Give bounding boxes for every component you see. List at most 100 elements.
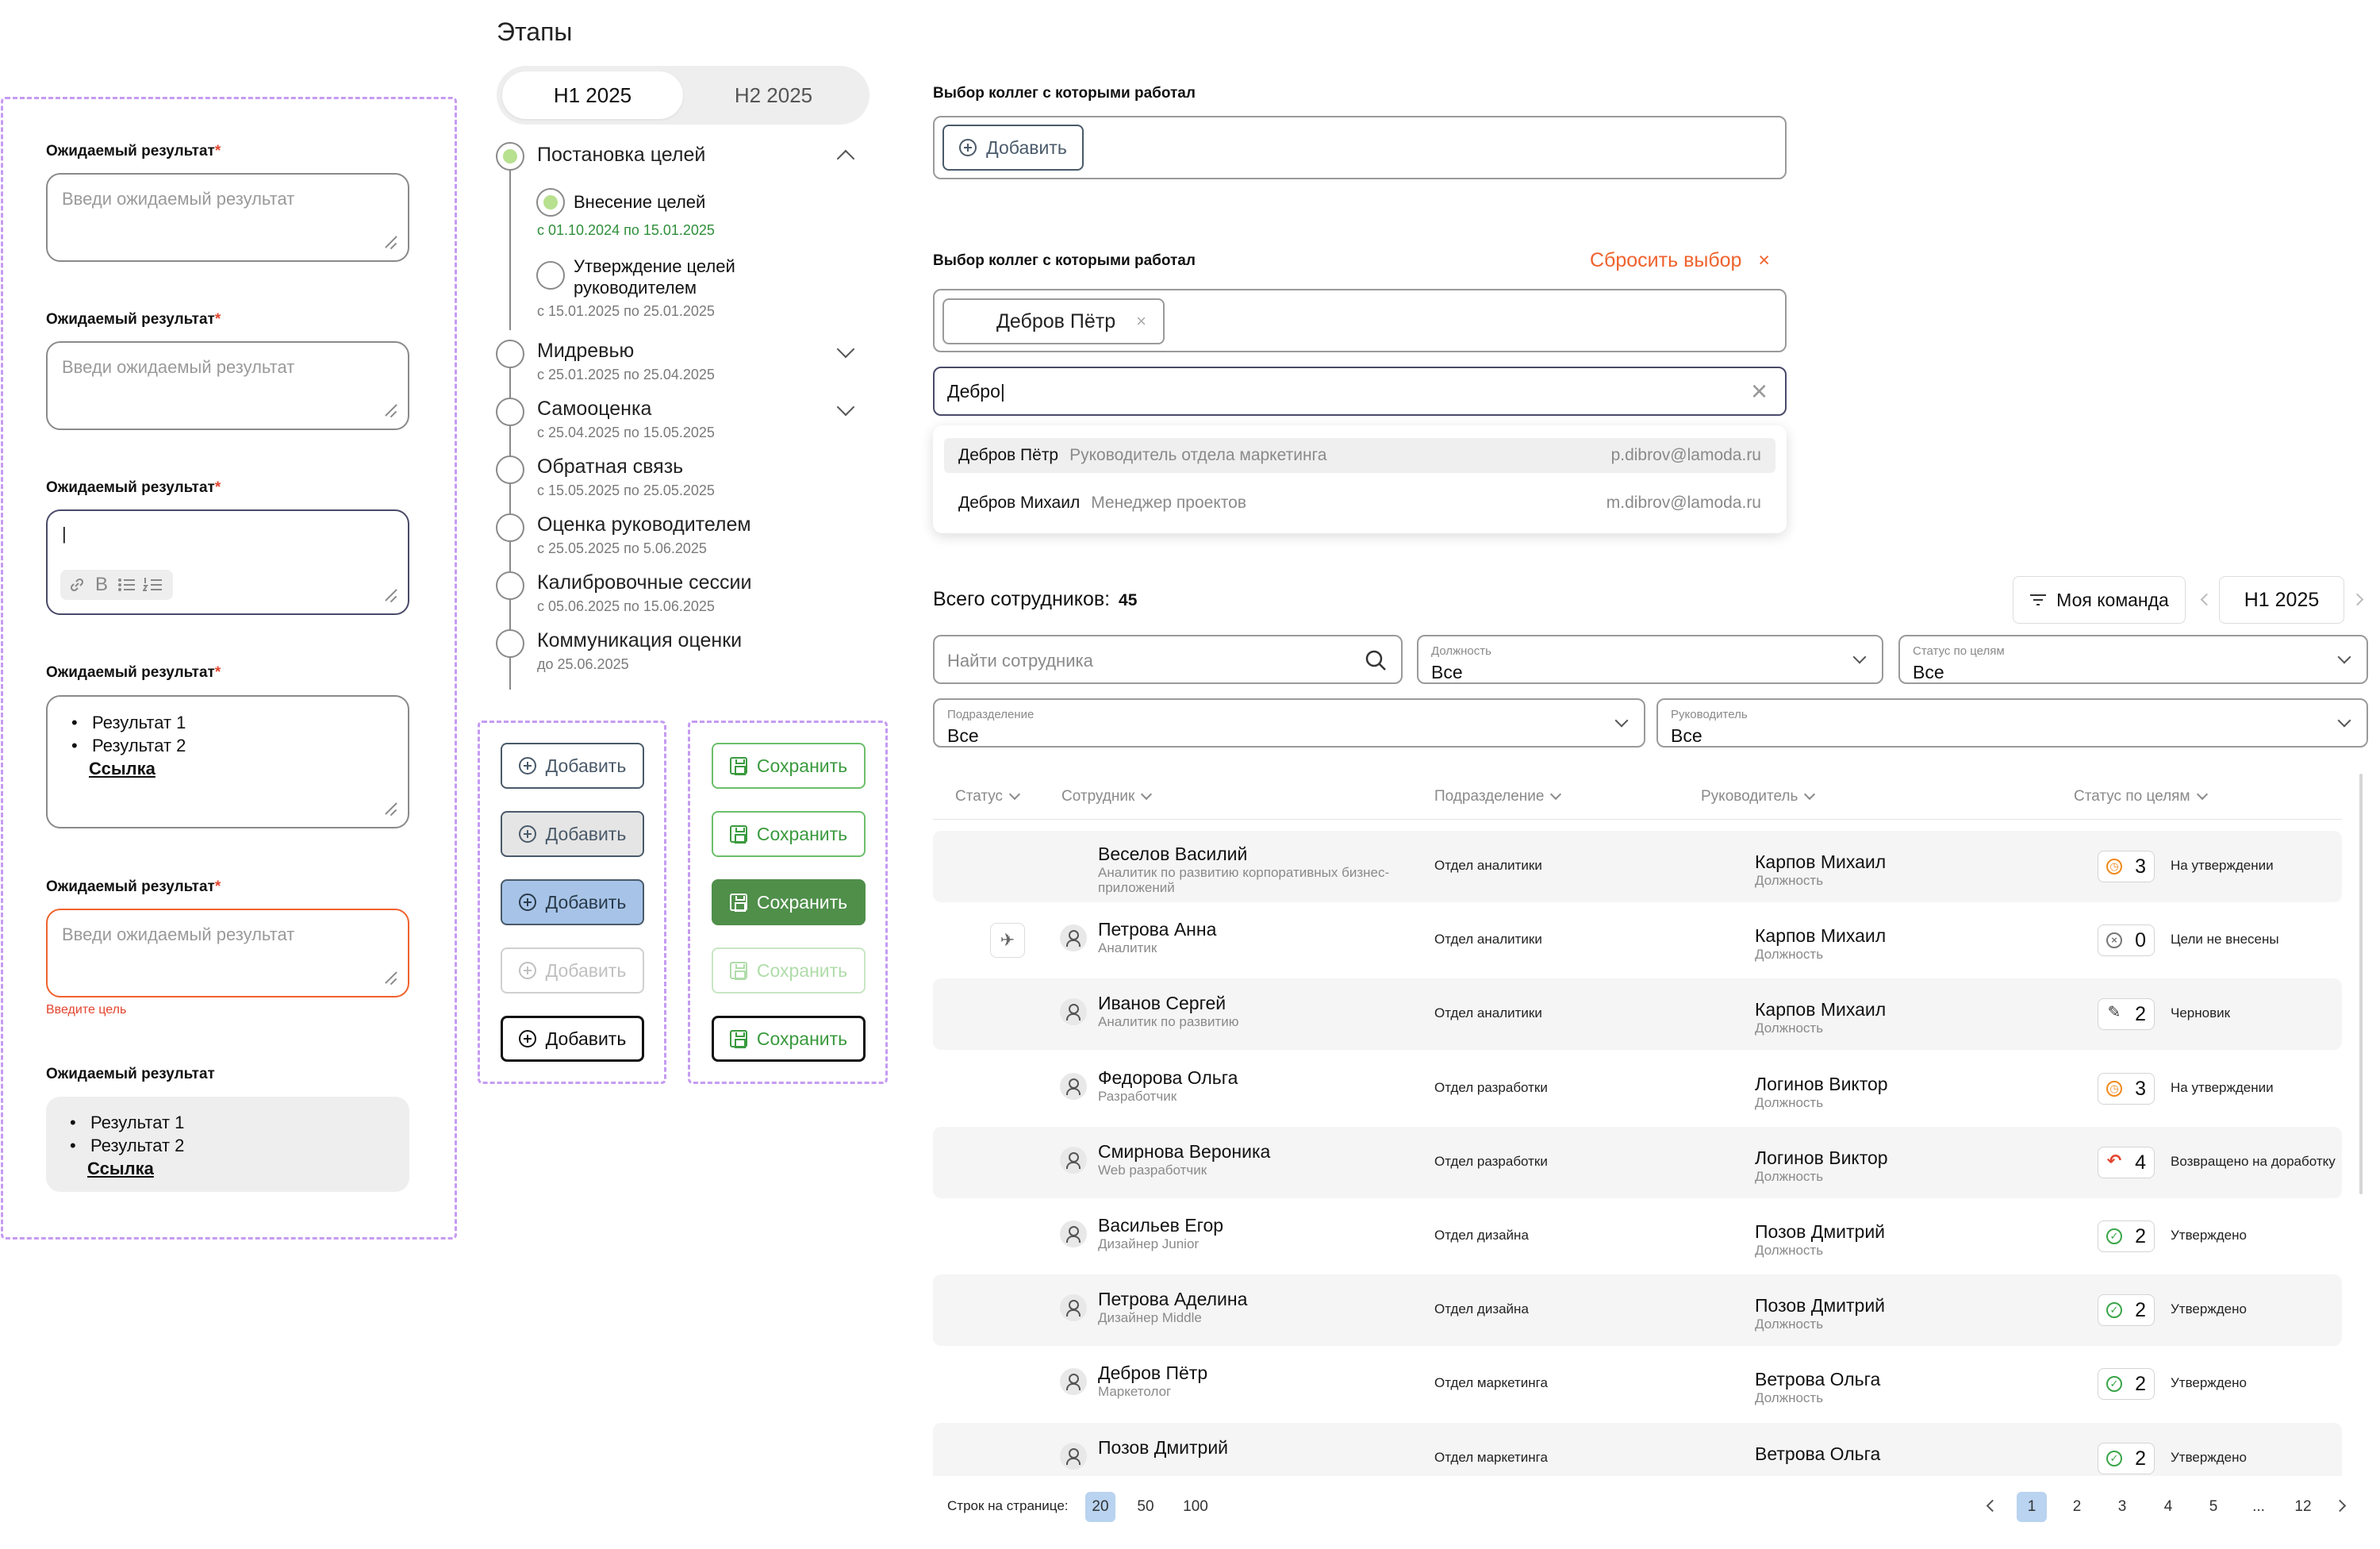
field-label: Ожидаемый результат* bbox=[46, 311, 221, 328]
stage-title[interactable]: Постановка целей bbox=[537, 144, 705, 167]
page-12[interactable]: 12 bbox=[2288, 1492, 2318, 1522]
column-header-status[interactable]: Статус bbox=[955, 788, 1021, 805]
expected-result-textarea-filled[interactable]: Результат 1 Результат 2 Ссылка bbox=[46, 695, 409, 828]
rows-per-page-option[interactable]: 20 bbox=[1085, 1492, 1115, 1522]
goal-status-filter[interactable]: Статус по целям Все bbox=[1898, 635, 2368, 684]
table-row[interactable]: Васильев Егор Дизайнер Junior Отдел дизайн… bbox=[933, 1201, 2342, 1272]
employee-role: Web разработчик bbox=[1098, 1163, 1207, 1178]
table-row[interactable]: Веселов Василий Аналитик по развитию корп… bbox=[933, 831, 2342, 902]
stage-dates: с 25.01.2025 по 25.04.2025 bbox=[537, 367, 715, 382]
employee-role: Дизайнер Junior bbox=[1098, 1236, 1200, 1251]
colleague-search-input[interactable]: Дебро| × bbox=[933, 367, 1787, 416]
column-header-division[interactable]: Подразделение bbox=[1434, 788, 1562, 805]
cross-circle-icon: × bbox=[2106, 932, 2122, 948]
division-filter[interactable]: Подразделение Все bbox=[933, 698, 1645, 748]
page-1[interactable]: 1 bbox=[2017, 1492, 2047, 1522]
employee-name[interactable]: Петрова Анна bbox=[1098, 919, 1431, 940]
reset-selection-link[interactable]: Сбросить выбор × bbox=[1590, 249, 1770, 272]
add-colleague-button[interactable]: Добавить bbox=[942, 125, 1084, 171]
chevron-right-icon[interactable] bbox=[2351, 593, 2364, 606]
clear-icon[interactable]: × bbox=[1751, 375, 1768, 408]
expected-result-textarea[interactable]: Введи ожидаемый результат bbox=[46, 341, 409, 430]
table-row[interactable]: Петрова Аделина Дизайнер Middle Отдел диза… bbox=[933, 1274, 2342, 1346]
chevron-right-icon[interactable] bbox=[2333, 1499, 2347, 1512]
goal-count-badge: ↶ 4 bbox=[2098, 1147, 2155, 1178]
goal-count-badge: ✎ 2 bbox=[2098, 998, 2155, 1030]
employee-name[interactable]: Смирнова Вероника bbox=[1098, 1141, 1431, 1163]
chevron-left-icon[interactable] bbox=[1986, 1499, 1999, 1512]
rows-per-page-label: Строк на странице: bbox=[947, 1498, 1069, 1513]
colleagues-label: Выбор коллег с которыми работал bbox=[933, 252, 1196, 269]
tab-h1-2025[interactable]: H1 2025 bbox=[502, 71, 683, 119]
my-team-button[interactable]: Моя команда bbox=[2013, 576, 2186, 624]
stage-title[interactable]: Мидревью bbox=[537, 340, 634, 363]
stage-title[interactable]: Коммуникация оценки bbox=[537, 629, 742, 652]
resize-handle-icon[interactable] bbox=[384, 590, 397, 602]
result-link[interactable]: Ссылка bbox=[68, 757, 186, 780]
division: Отдел аналитики bbox=[1434, 932, 1542, 947]
stage-status-icon bbox=[496, 455, 524, 484]
period-selector[interactable]: H1 2025 bbox=[2219, 576, 2344, 624]
resize-handle-icon[interactable] bbox=[384, 405, 397, 417]
employee-name[interactable]: Веселов Василий bbox=[1098, 844, 1431, 865]
column-header-goal-status[interactable]: Статус по целям bbox=[2074, 788, 2208, 805]
link-icon[interactable] bbox=[68, 577, 86, 593]
employee-name[interactable]: Федорова Ольга bbox=[1098, 1067, 1431, 1089]
column-header-manager[interactable]: Руководитель bbox=[1701, 788, 1816, 805]
suggestion-option[interactable]: Дебров Михаил Менеджер проектов m.dibrov… bbox=[944, 486, 1775, 521]
table-row[interactable]: Иванов Сергей Аналитик по развитию Отдел а… bbox=[933, 978, 2342, 1050]
format-toolbar: B bbox=[60, 570, 173, 600]
chevron-up-icon[interactable] bbox=[836, 149, 855, 168]
expected-result-textarea[interactable]: Введи ожидаемый результат bbox=[46, 173, 409, 262]
page-5[interactable]: 5 bbox=[2198, 1492, 2228, 1522]
goal-status: Утверждено bbox=[2171, 1301, 2247, 1316]
manager-name: Логинов Виктор bbox=[1755, 1074, 1888, 1094]
stage-title[interactable]: Оценка руководителем bbox=[537, 513, 751, 536]
manager-filter[interactable]: Руководитель Все bbox=[1656, 698, 2368, 748]
close-icon: × bbox=[1758, 249, 1771, 271]
numbered-list-icon[interactable] bbox=[142, 577, 163, 597]
search-icon[interactable] bbox=[1365, 649, 1387, 675]
page-ellipsis: ... bbox=[2252, 1498, 2265, 1515]
page-4[interactable]: 4 bbox=[2153, 1492, 2183, 1522]
table-row[interactable]: Позов Дмитрий Отдел маркетинга Ветрова Оль… bbox=[933, 1423, 2342, 1476]
chevron-down-icon[interactable] bbox=[836, 398, 855, 417]
page-3[interactable]: 3 bbox=[2107, 1492, 2137, 1522]
chip-remove-icon[interactable]: × bbox=[1136, 311, 1146, 332]
chevron-down-icon[interactable] bbox=[836, 340, 855, 359]
stage-title[interactable]: Обратная связь bbox=[537, 455, 683, 479]
check-circle-icon: ✓ bbox=[2106, 1376, 2122, 1392]
substage-status-icon bbox=[536, 188, 565, 217]
column-header-employee[interactable]: Сотрудник bbox=[1061, 788, 1153, 805]
employee-name[interactable]: Петрова Аделина bbox=[1098, 1289, 1431, 1310]
employee-name[interactable]: Дебров Пётр bbox=[1098, 1363, 1431, 1384]
resize-handle-icon[interactable] bbox=[384, 803, 397, 816]
page-2[interactable]: 2 bbox=[2062, 1492, 2092, 1522]
stage-title[interactable]: Калибровочные сессии bbox=[537, 571, 751, 594]
rows-per-page-option[interactable]: 50 bbox=[1130, 1492, 1161, 1522]
table-row[interactable]: Федорова Ольга Разработчик Отдел разработк… bbox=[933, 1053, 2342, 1124]
expected-result-textarea-focused[interactable]: | B bbox=[46, 509, 409, 615]
table-row[interactable]: ✈ Петрова Анна Аналитик Отдел аналитики Карп… bbox=[933, 905, 2342, 976]
timeline-line bbox=[509, 484, 511, 516]
save-button[interactable]: Сохранить bbox=[712, 743, 866, 789]
employee-search-input[interactable]: Найти сотрудника bbox=[933, 635, 1403, 684]
manager-name: Карпов Михаил bbox=[1755, 851, 1887, 872]
stage-title[interactable]: Самооценка bbox=[537, 398, 651, 421]
division: Отдел дизайна bbox=[1434, 1301, 1529, 1316]
position-filter[interactable]: Должность Все bbox=[1417, 635, 1883, 684]
table-scrollbar[interactable] bbox=[2359, 774, 2363, 1194]
tab-h2-2025[interactable]: H2 2025 bbox=[683, 71, 864, 119]
employee-name[interactable]: Позов Дмитрий bbox=[1098, 1437, 1431, 1459]
resize-handle-icon[interactable] bbox=[384, 236, 397, 249]
bullet-list-icon[interactable] bbox=[117, 577, 136, 597]
employee-name[interactable]: Васильев Егор bbox=[1098, 1215, 1431, 1236]
chevron-left-icon[interactable] bbox=[2200, 593, 2213, 606]
bold-icon[interactable]: B bbox=[95, 574, 108, 596]
rows-per-page-option[interactable]: 100 bbox=[1177, 1492, 1214, 1522]
table-row[interactable]: Смирнова Вероника Web разработчик Отдел ра… bbox=[933, 1127, 2342, 1198]
add-button[interactable]: Добавить bbox=[501, 743, 644, 789]
table-row[interactable]: Дебров Пётр Маркетолог Отдел маркетинга Вет… bbox=[933, 1348, 2342, 1420]
suggestion-option[interactable]: Дебров Пётр Руководитель отдела маркетин… bbox=[944, 438, 1775, 473]
employee-name[interactable]: Иванов Сергей bbox=[1098, 993, 1431, 1014]
